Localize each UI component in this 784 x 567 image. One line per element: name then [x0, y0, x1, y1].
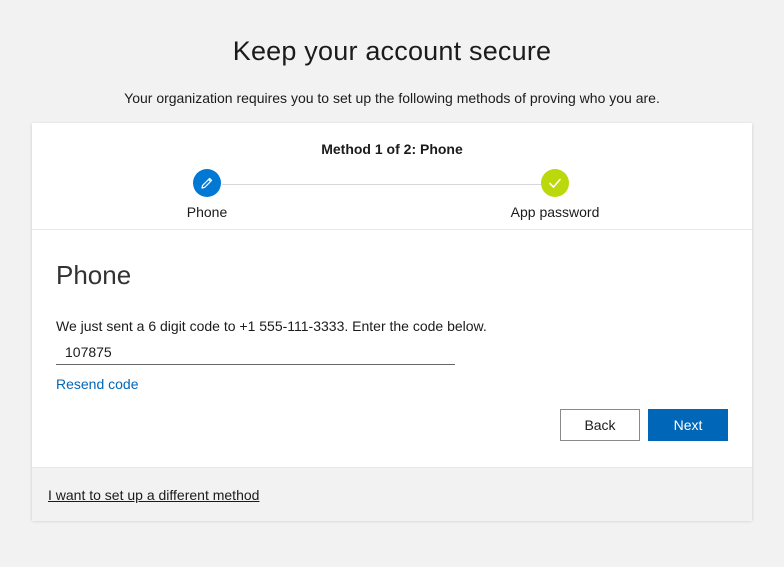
verification-code-input[interactable] [56, 339, 455, 365]
setup-card: Method 1 of 2: Phone Phone App password … [32, 123, 752, 521]
page: Keep your account secure Your organizati… [0, 0, 784, 567]
stepper-heading: Method 1 of 2: Phone [321, 141, 463, 157]
page-subtitle: Your organization requires you to set up… [124, 90, 660, 106]
method-stepper: Method 1 of 2: Phone Phone App password [32, 123, 752, 230]
card-footer: I want to set up a different method [32, 467, 752, 521]
step-phone: Phone [147, 169, 267, 220]
pencil-icon [201, 177, 213, 189]
section-title: Phone [56, 260, 132, 290]
stepper-connector-line [222, 184, 542, 185]
step-app-password-label: App password [510, 204, 600, 220]
step-phone-label: Phone [186, 204, 228, 220]
next-button[interactable]: Next [648, 409, 728, 441]
page-title: Keep your account secure [232, 36, 552, 66]
step-app-password-circle [541, 169, 569, 197]
check-icon [549, 178, 561, 188]
step-app-password: App password [495, 169, 615, 220]
step-phone-circle [193, 169, 221, 197]
back-button[interactable]: Back [560, 409, 640, 441]
code-instruction: We just sent a 6 digit code to +1 555-11… [56, 318, 487, 334]
resend-code-link[interactable]: Resend code [56, 376, 139, 392]
different-method-link[interactable]: I want to set up a different method [48, 487, 259, 503]
